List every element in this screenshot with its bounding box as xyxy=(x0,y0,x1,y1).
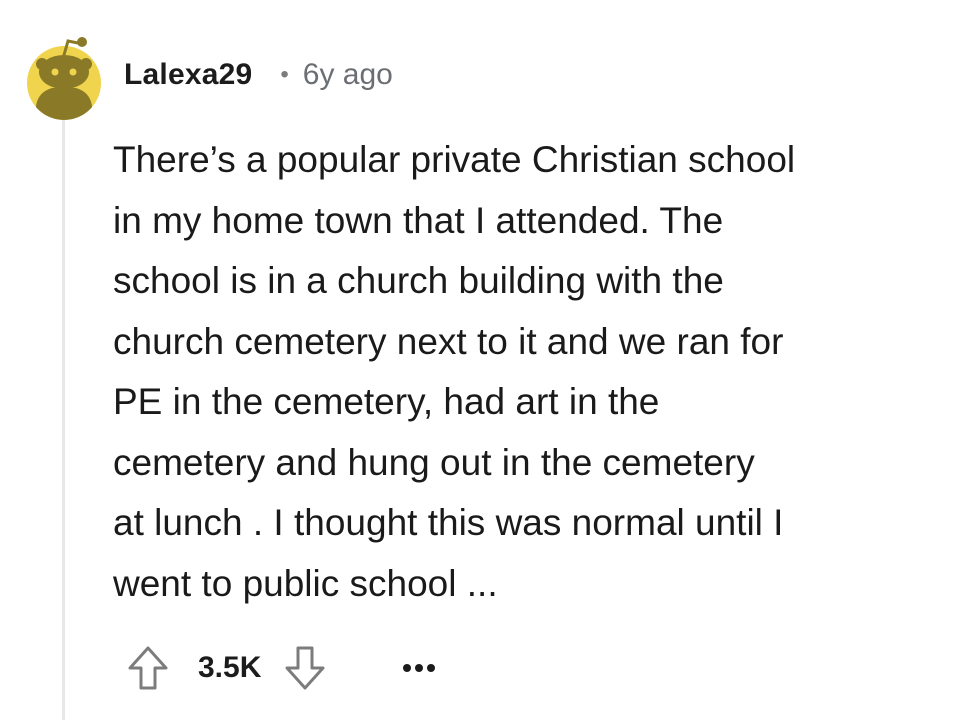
arrow-up-icon xyxy=(128,646,168,690)
upvote-button[interactable] xyxy=(124,642,172,694)
meta-separator: • xyxy=(280,61,289,88)
username-link[interactable]: Lalexa29 xyxy=(124,58,252,92)
comment-text-line: PE in the cemetery, had art in the xyxy=(113,381,660,422)
snoo-avatar-icon xyxy=(27,37,101,120)
more-options-button[interactable] xyxy=(399,648,439,688)
comment-text-line: church cemetery next to it and we ran fo… xyxy=(113,320,784,362)
comment-text-line: cemetery and hung out in the cemetery xyxy=(113,441,755,483)
downvote-button[interactable] xyxy=(281,642,329,694)
comment-text-line: There’s a popular private Christian scho… xyxy=(113,139,796,180)
comment-text-line: in my home town that I attended. The xyxy=(113,199,724,241)
arrow-down-icon xyxy=(285,646,325,690)
timestamp[interactable]: 6y ago xyxy=(303,58,393,92)
more-horizontal-icon xyxy=(403,664,436,672)
comment-actions: 3.5K xyxy=(124,640,439,696)
comment-body: There’s a popular private Christian scho… xyxy=(113,130,945,614)
comment-text-line: at lunch . I thought this was normal unt… xyxy=(113,502,784,543)
comment-text-line: went to public school ... xyxy=(113,562,498,604)
comment-text-line: school is in a church building with the xyxy=(113,260,724,301)
vote-score: 3.5K xyxy=(198,651,262,684)
thread-line[interactable] xyxy=(62,118,65,720)
avatar[interactable] xyxy=(26,28,102,120)
comment-header: Lalexa29 • 6y ago xyxy=(124,54,393,96)
